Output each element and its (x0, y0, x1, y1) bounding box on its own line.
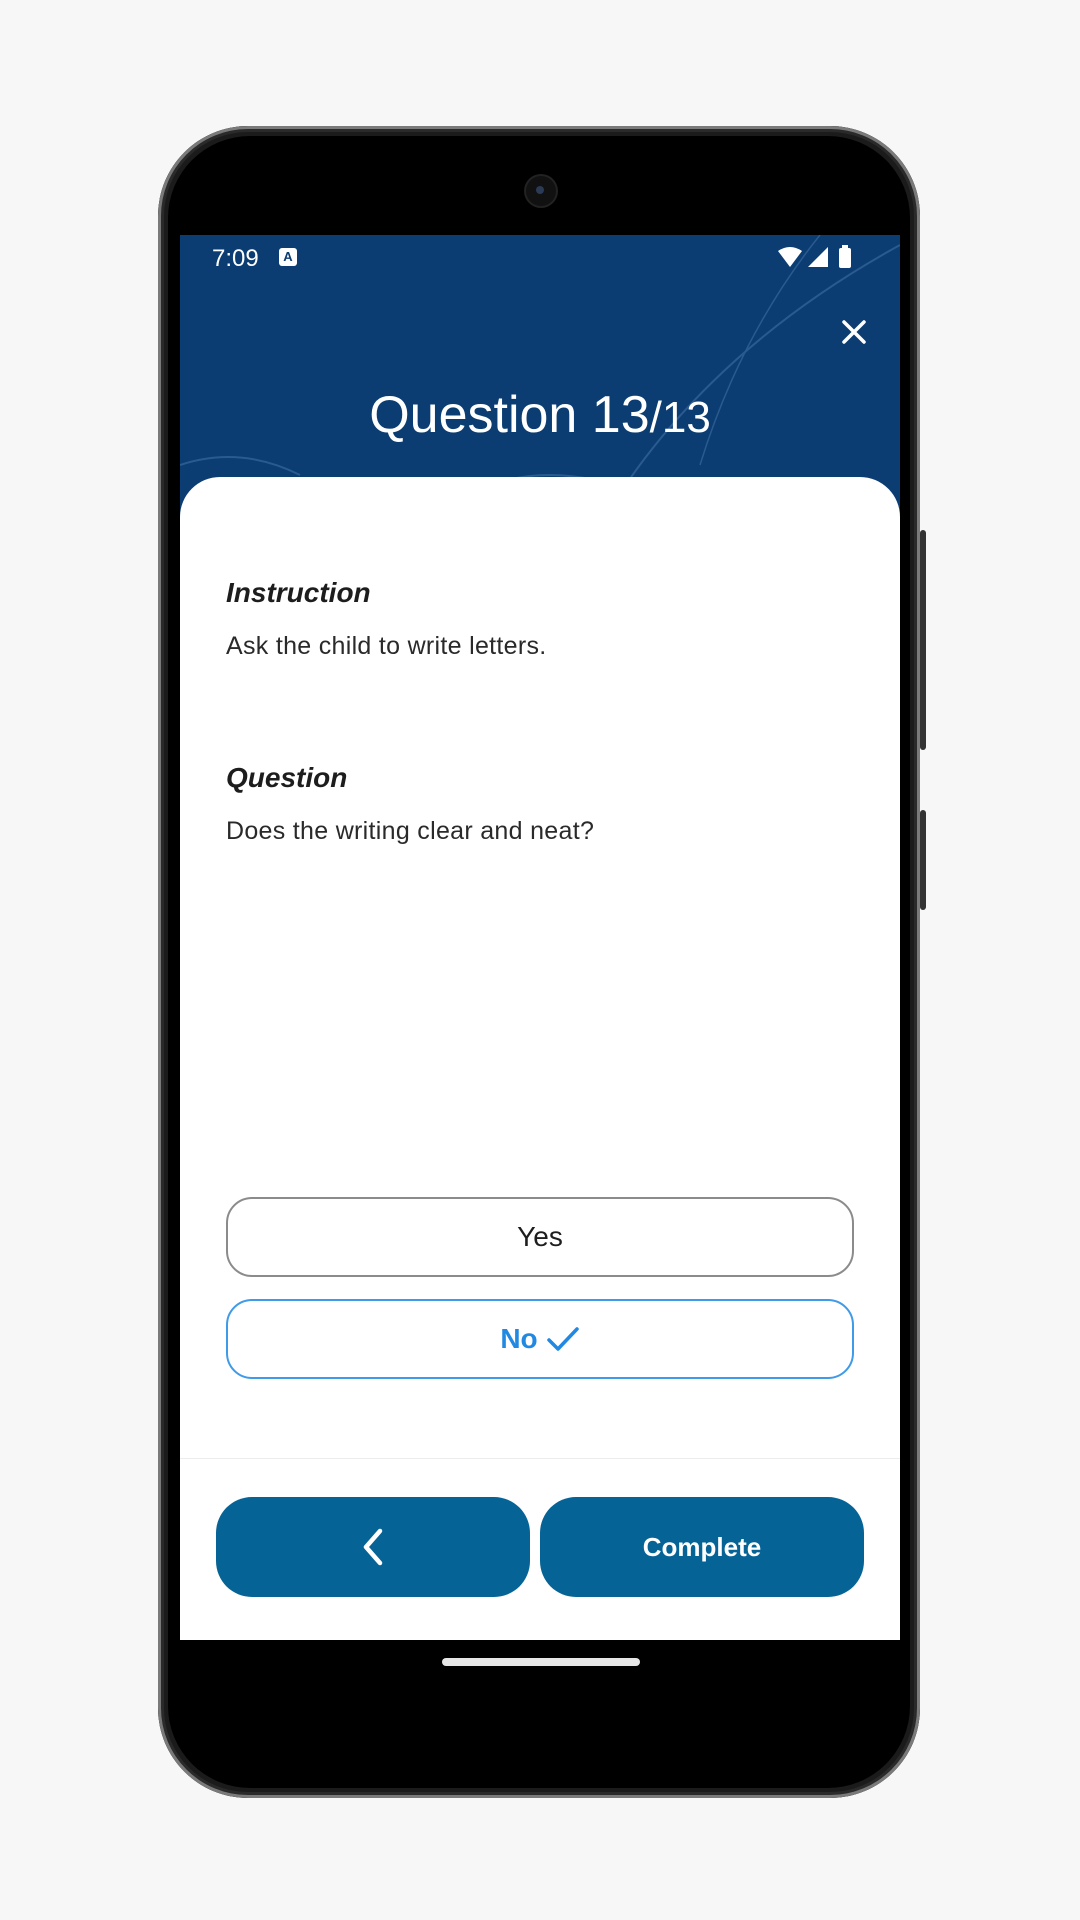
question-heading: Question (226, 762, 348, 793)
close-icon (842, 320, 866, 344)
option-yes-label: Yes (517, 1221, 563, 1252)
page-title: Question 13/13 (180, 385, 900, 445)
question-card: Instruction Ask the child to write lette… (180, 477, 900, 1640)
volume-button (920, 530, 926, 750)
complete-button[interactable]: Complete (540, 1497, 864, 1597)
home-indicator[interactable] (442, 1658, 640, 1666)
status-time: 7:09 (212, 245, 259, 272)
close-button[interactable] (832, 310, 876, 354)
status-icons (776, 245, 856, 282)
signal-icon (808, 247, 828, 267)
app-screen: 7:09 A Question 13/13 Instruction Ask th… (180, 235, 900, 1640)
chevron-left-icon (363, 1528, 383, 1566)
system-nav-area (180, 1640, 900, 1760)
front-camera (526, 176, 556, 206)
instruction-heading: Instruction (226, 577, 371, 608)
battery-icon (839, 245, 851, 268)
wifi-icon (778, 247, 802, 267)
question-number: Question 13 (369, 386, 650, 444)
checkmark-icon (546, 1327, 579, 1351)
a-letter-icon: A (279, 248, 297, 266)
complete-button-label: Complete (642, 1531, 762, 1562)
question-total: /13 (649, 393, 711, 442)
option-no-label: No (500, 1323, 538, 1354)
back-button[interactable] (216, 1497, 530, 1597)
status-bar: 7:09 A (180, 235, 900, 295)
option-yes-button[interactable]: Yes (226, 1197, 854, 1277)
footer-divider (180, 1458, 900, 1459)
question-text: Does the writing clear and neat? (226, 817, 595, 845)
instruction-text: Ask the child to write letters. (226, 632, 547, 660)
option-no-button[interactable]: No (226, 1299, 854, 1379)
power-button (920, 810, 926, 910)
